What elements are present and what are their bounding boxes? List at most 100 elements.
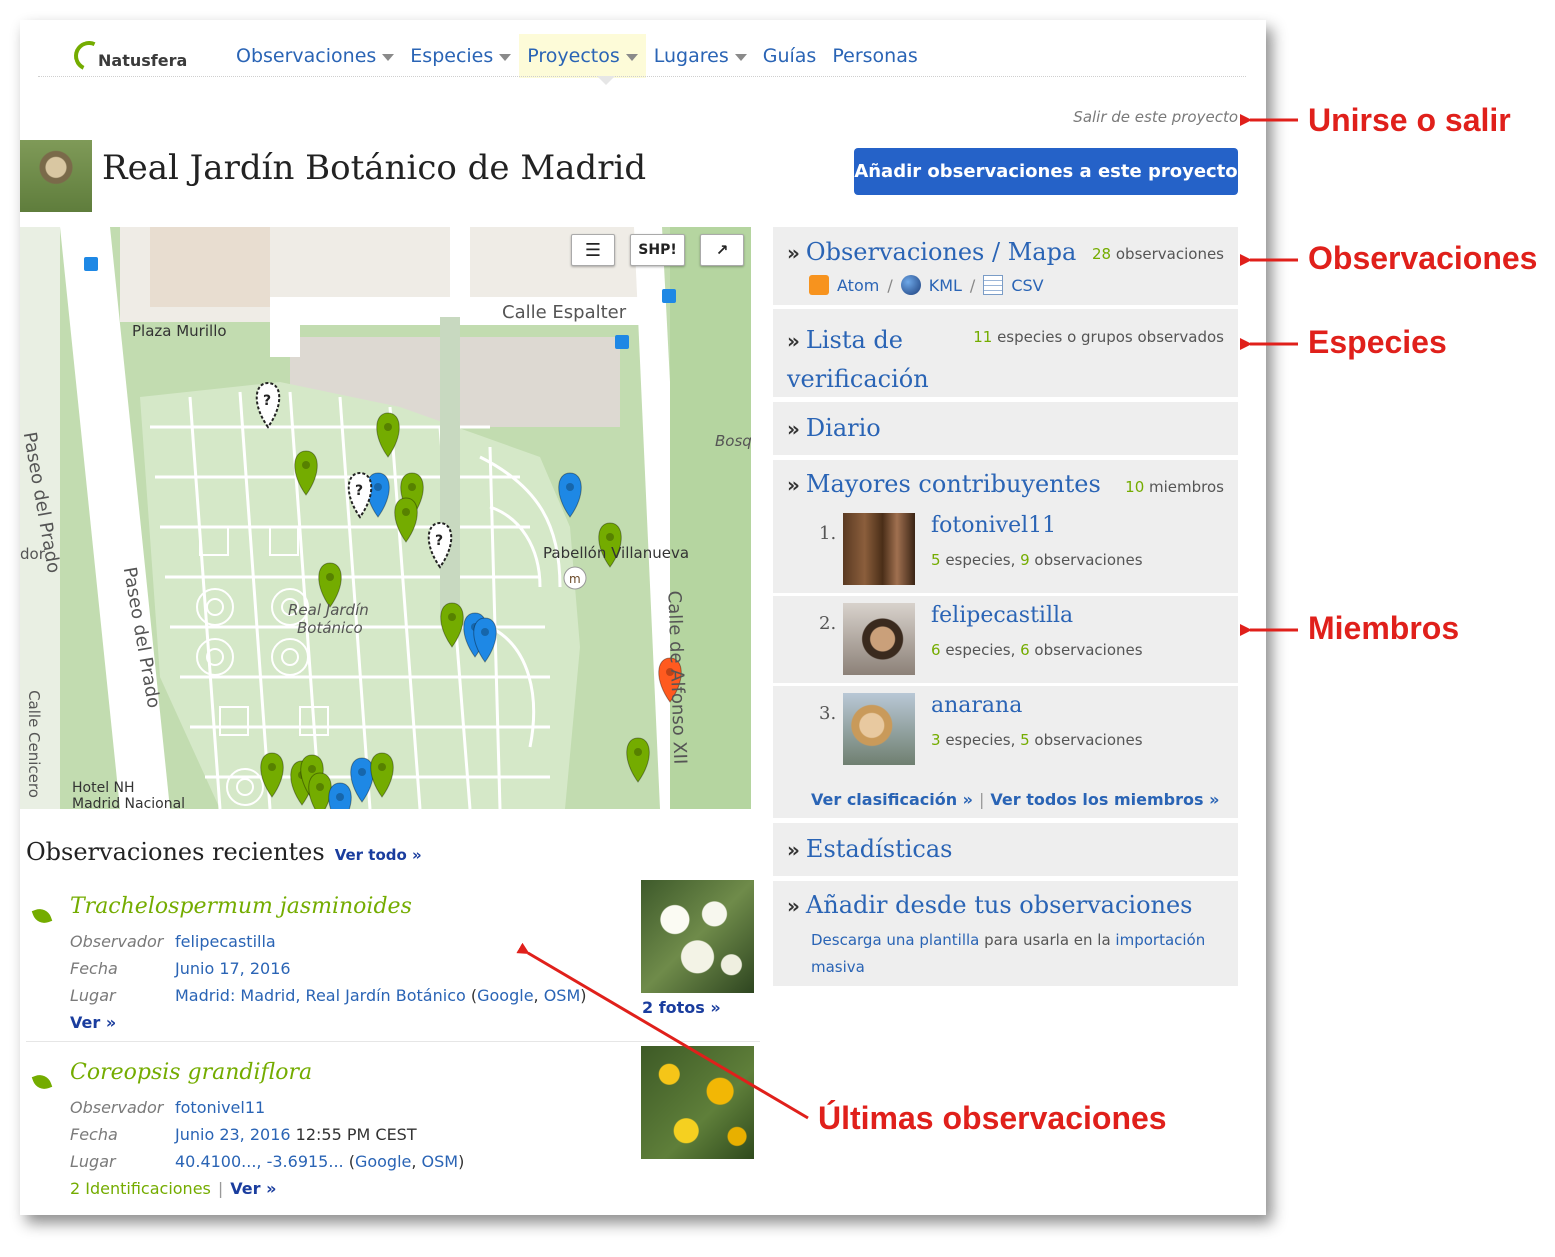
- marker-dot: [402, 508, 410, 516]
- species-count: 5: [931, 551, 941, 569]
- member-avatar[interactable]: [843, 603, 915, 675]
- place-link[interactable]: Madrid: Madrid, Real Jardín Botánico: [175, 986, 466, 1005]
- identifications-link[interactable]: 2 Identificaciones: [70, 1179, 211, 1198]
- species-label: especies,: [940, 551, 1021, 569]
- logo-text-a: Natu: [98, 50, 142, 70]
- member-name-link[interactable]: fotonivel11: [931, 513, 1056, 538]
- shp-button[interactable]: SHP!: [630, 234, 685, 266]
- journal-title[interactable]: » Diario: [787, 414, 881, 442]
- count-label: miembros: [1144, 478, 1224, 496]
- obs-count: 6: [1020, 641, 1030, 659]
- member-divider: [773, 593, 1238, 596]
- google-link[interactable]: Google: [477, 986, 533, 1005]
- place-link[interactable]: 40.4100..., -3.6915...: [175, 1152, 344, 1171]
- count-value: 28: [1092, 245, 1112, 263]
- species-name[interactable]: Trachelospermum jasminoides: [70, 894, 412, 919]
- comma: ,: [411, 1152, 422, 1171]
- place-row: Lugar 40.4100..., -3.6915... (Google, OSM…: [70, 1152, 464, 1171]
- date-row: Fecha Junio 23, 2016 12:55 PM CEST: [70, 1125, 417, 1144]
- kml-link[interactable]: KML: [929, 276, 962, 295]
- question-mark-icon: ?: [263, 393, 271, 409]
- slash: /: [887, 275, 893, 295]
- member-name-link[interactable]: felipecastilla: [931, 603, 1073, 628]
- observations-map-title[interactable]: » Observaciones / Mapa: [787, 238, 1076, 266]
- project-avatar: [20, 140, 92, 212]
- all-members-link[interactable]: Ver todos los miembros »: [990, 790, 1219, 809]
- double-chevron-icon: »: [787, 838, 800, 862]
- view-observation-link[interactable]: Ver »: [230, 1179, 276, 1198]
- obs-label: observaciones: [1029, 731, 1143, 749]
- checklist-title[interactable]: » Lista de verificación: [787, 321, 929, 398]
- leaf-icon: [31, 1071, 53, 1093]
- map-label-espalter: Calle Espalter: [502, 302, 627, 323]
- annotation-species: Especies: [1308, 324, 1447, 360]
- member-name-link[interactable]: anarana: [931, 693, 1022, 718]
- nav-label: Lugares: [653, 45, 729, 67]
- contributors-title[interactable]: » Mayores contribuyentes: [787, 470, 1101, 498]
- nav-label: Proyectos: [527, 45, 620, 67]
- member-row: 2. felipecastilla 6 especies, 6 observac…: [811, 603, 1231, 683]
- natusfera-logo[interactable]: Natusfera: [69, 36, 187, 76]
- see-all-link[interactable]: Ver todo »: [335, 846, 422, 864]
- species-name[interactable]: Coreopsis grandiflora: [70, 1060, 312, 1085]
- leave-project-link[interactable]: Salir de este proyecto: [1073, 108, 1238, 126]
- view-observation-link[interactable]: Ver »: [70, 1013, 116, 1032]
- google-link[interactable]: Google: [355, 1152, 411, 1171]
- species-label: especies,: [940, 731, 1021, 749]
- observations-count: 28 observaciones: [1092, 245, 1224, 263]
- map-label-cenicero: Calle Cenicero: [24, 690, 43, 798]
- species-count: 6: [931, 641, 941, 659]
- svg-text:m: m: [569, 572, 581, 586]
- count-value: 10: [1125, 478, 1145, 496]
- member-avatar[interactable]: [843, 513, 915, 585]
- csv-link[interactable]: CSV: [1011, 276, 1043, 295]
- main-nav: Observaciones Especies Proyectos Lugares…: [228, 34, 926, 78]
- osm-link[interactable]: OSM: [544, 986, 581, 1005]
- nav-proyectos[interactable]: Proyectos: [519, 34, 646, 78]
- ranking-link[interactable]: Ver clasificación »: [811, 790, 973, 809]
- question-mark-icon: ?: [435, 533, 443, 549]
- add-from-title[interactable]: » Añadir desde tus observaciones: [787, 891, 1193, 919]
- observation-photo[interactable]: [641, 880, 754, 993]
- nav-lugares[interactable]: Lugares: [646, 34, 755, 78]
- obs-label: observaciones: [1029, 551, 1143, 569]
- annotation-observations: Observaciones: [1308, 240, 1538, 276]
- nav-observaciones[interactable]: Observaciones: [228, 34, 402, 78]
- stats-title[interactable]: » Estadísticas: [787, 835, 952, 863]
- external-link-icon: ↗: [715, 241, 729, 259]
- marker-dot: [378, 763, 386, 771]
- project-map[interactable]: m ??? Plaza Murillo Calle Espalter Paseo…: [20, 227, 751, 809]
- nav-personas[interactable]: Personas: [824, 34, 925, 78]
- map-label-plaza: Plaza Murillo: [132, 322, 227, 340]
- nav-guias[interactable]: Guías: [755, 34, 825, 78]
- observer-link[interactable]: felipecastilla: [175, 932, 276, 951]
- photos-link[interactable]: 2 fotos »: [642, 998, 721, 1017]
- layers-button[interactable]: ☰: [571, 234, 615, 266]
- map-canvas[interactable]: m ???: [20, 227, 751, 809]
- member-avatar[interactable]: [843, 693, 915, 765]
- expand-map-button[interactable]: ↗: [700, 234, 744, 266]
- add-observations-button[interactable]: Añadir observaciones a este proyecto: [854, 148, 1238, 195]
- panel-title: Añadir desde tus observaciones: [805, 891, 1193, 919]
- count-label: especies o grupos observados: [992, 328, 1224, 346]
- obs-count: 5: [1020, 731, 1030, 749]
- nav-label: Especies: [410, 45, 494, 67]
- date-link[interactable]: Junio 17, 2016: [175, 959, 291, 978]
- download-template-link[interactable]: Descarga una plantilla: [811, 931, 979, 949]
- sep: |: [979, 790, 985, 809]
- osm-link[interactable]: OSM: [422, 1152, 459, 1171]
- atom-link[interactable]: Atom: [837, 276, 879, 295]
- project-title: Real Jardín Botánico de Madrid: [102, 148, 647, 188]
- nav-especies[interactable]: Especies: [402, 34, 519, 78]
- stats-panel: » Estadísticas: [773, 823, 1238, 876]
- csv-icon: [983, 275, 1004, 295]
- marker-dot: [566, 483, 574, 491]
- nav-label: Observaciones: [236, 45, 377, 67]
- date-link[interactable]: Junio 23, 2016: [175, 1125, 291, 1144]
- nav-active-pointer: [597, 76, 615, 85]
- panel-title: Diario: [805, 414, 881, 442]
- observation-photo[interactable]: [641, 1046, 754, 1159]
- observations-panel: » Observaciones / Mapa 28 observaciones A…: [773, 227, 1238, 305]
- observer-link[interactable]: fotonivel11: [175, 1098, 265, 1117]
- comma: ,: [533, 986, 544, 1005]
